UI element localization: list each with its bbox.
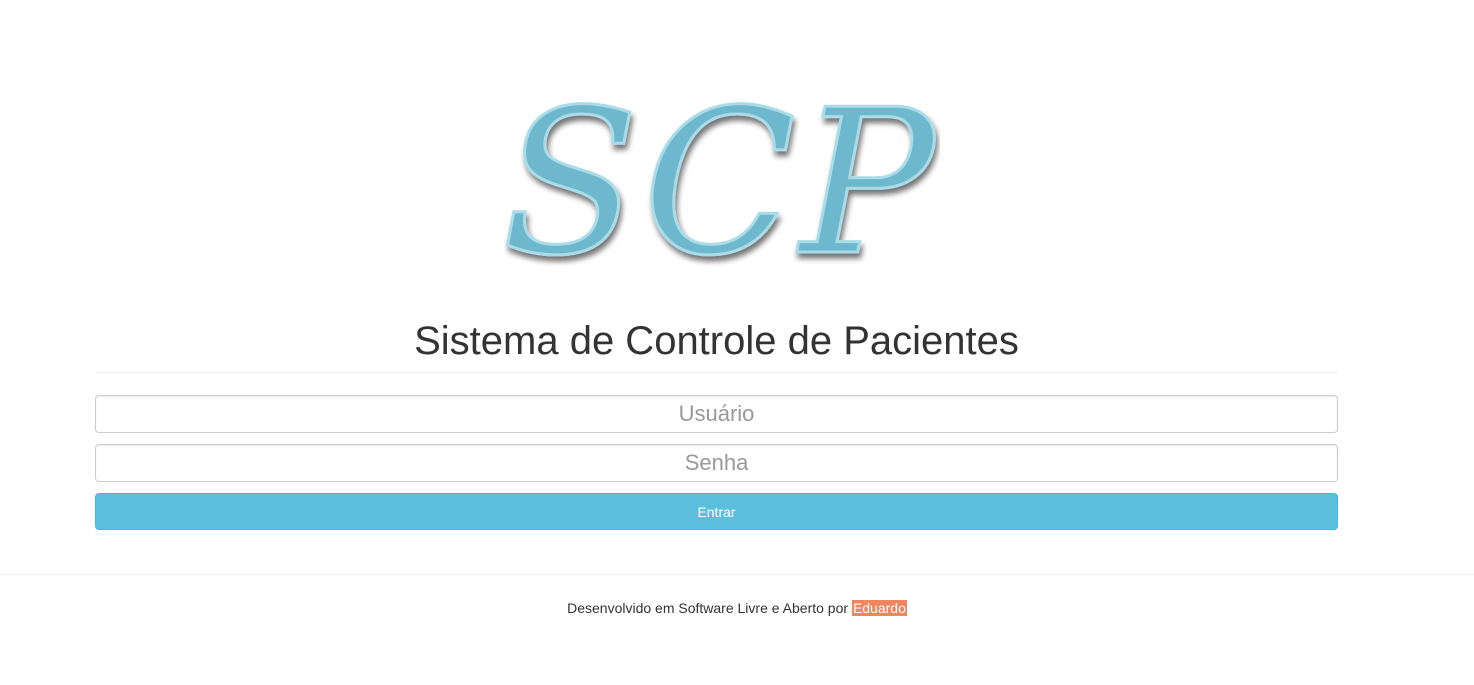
title-divider [95, 372, 1338, 373]
login-button[interactable]: Entrar [95, 493, 1338, 530]
username-input[interactable] [95, 395, 1338, 433]
author-link[interactable]: Eduardo [851, 600, 907, 616]
password-input[interactable] [95, 444, 1338, 482]
page-title: Sistema de Controle de Pacientes [414, 319, 1019, 363]
scp-logo: SCP [500, 80, 940, 280]
footer: Desenvolvido em Software Livre e Aberto … [0, 598, 1474, 618]
scp-logo-graphic: SCP [500, 80, 939, 280]
scp-logo-text: SCP [502, 80, 939, 280]
footer-divider [0, 574, 1474, 575]
footer-text: Desenvolvido em Software Livre e Aberto … [567, 600, 849, 616]
